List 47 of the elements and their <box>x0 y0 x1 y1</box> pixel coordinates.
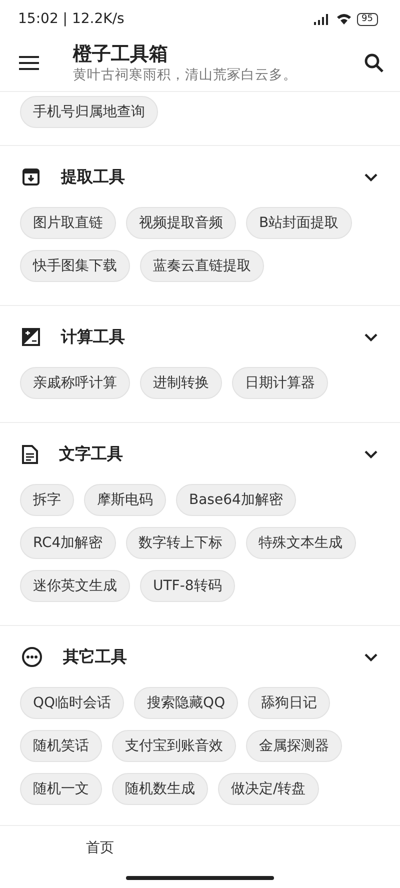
more-icon <box>22 647 42 667</box>
tool-chip[interactable]: 拆字 <box>20 484 74 516</box>
tool-chip[interactable]: 特殊文本生成 <box>246 527 356 559</box>
nav-tab[interactable]: 首页 <box>86 839 114 857</box>
tool-chip[interactable]: 迷你英文生成 <box>20 570 130 602</box>
tool-chip[interactable]: 随机一文 <box>20 773 102 805</box>
tool-chip[interactable]: B站封面提取 <box>246 207 352 239</box>
tool-chip[interactable]: RC4加解密 <box>20 527 116 559</box>
tool-chip[interactable]: 图片取直链 <box>20 207 116 239</box>
section-title: 计算工具 <box>61 326 126 348</box>
tool-chip[interactable]: 蓝奏云直链提取 <box>140 250 264 282</box>
status-time: 15:02 | 12.2K/s <box>18 11 124 27</box>
wifi-icon <box>336 13 352 25</box>
app-subtitle: 黄叶古祠寒雨积，清山荒冢白云多。 <box>73 66 298 84</box>
tool-chip[interactable]: 数字转上下标 <box>126 527 236 559</box>
tool-chip[interactable]: 进制转换 <box>140 367 222 399</box>
tool-chip[interactable]: 摩斯电码 <box>84 484 166 516</box>
section-title: 文字工具 <box>59 444 124 464</box>
section-title: 提取工具 <box>61 166 126 188</box>
chevron-icon[interactable] <box>364 332 378 342</box>
battery-icon: 95 <box>356 12 378 26</box>
tool-chip[interactable]: 做决定/转盘 <box>218 773 319 805</box>
search-icon[interactable] <box>364 52 384 72</box>
tool-chip[interactable]: UTF-8转码 <box>140 570 235 602</box>
tool-chip[interactable]: 支付宝到账音效 <box>112 730 236 762</box>
tool-chip[interactable]: 视频提取音频 <box>126 207 236 239</box>
chevron-icon[interactable] <box>364 652 378 662</box>
tool-chip[interactable]: 亲戚称呼计算 <box>20 367 130 399</box>
tool-chip[interactable]: 舔狗日记 <box>248 687 330 719</box>
app-title: 橙子工具箱 <box>73 42 169 66</box>
tool-chip[interactable]: 随机数生成 <box>112 773 208 805</box>
tool-chip[interactable]: 日期计算器 <box>232 367 328 399</box>
calculator-icon <box>22 328 40 346</box>
tool-chip[interactable]: 手机号归属地查询 <box>20 96 158 128</box>
chevron-icon[interactable] <box>364 450 378 458</box>
chevron-icon[interactable] <box>364 172 378 182</box>
tool-chip[interactable]: 搜索隐藏QQ <box>134 687 238 719</box>
tool-chip[interactable]: Base64加解密 <box>176 484 296 516</box>
tool-chip[interactable]: 快手图集下载 <box>20 250 130 282</box>
archive-download-icon <box>22 168 40 186</box>
section-title: 其它工具 <box>63 646 128 668</box>
document-icon <box>22 444 38 464</box>
menu-icon[interactable] <box>19 54 39 70</box>
tool-chip[interactable]: 随机笑话 <box>20 730 102 762</box>
tool-chip[interactable]: QQ临时会话 <box>20 687 124 719</box>
tool-chip[interactable]: 金属探测器 <box>246 730 342 762</box>
signal-icon <box>312 13 331 25</box>
